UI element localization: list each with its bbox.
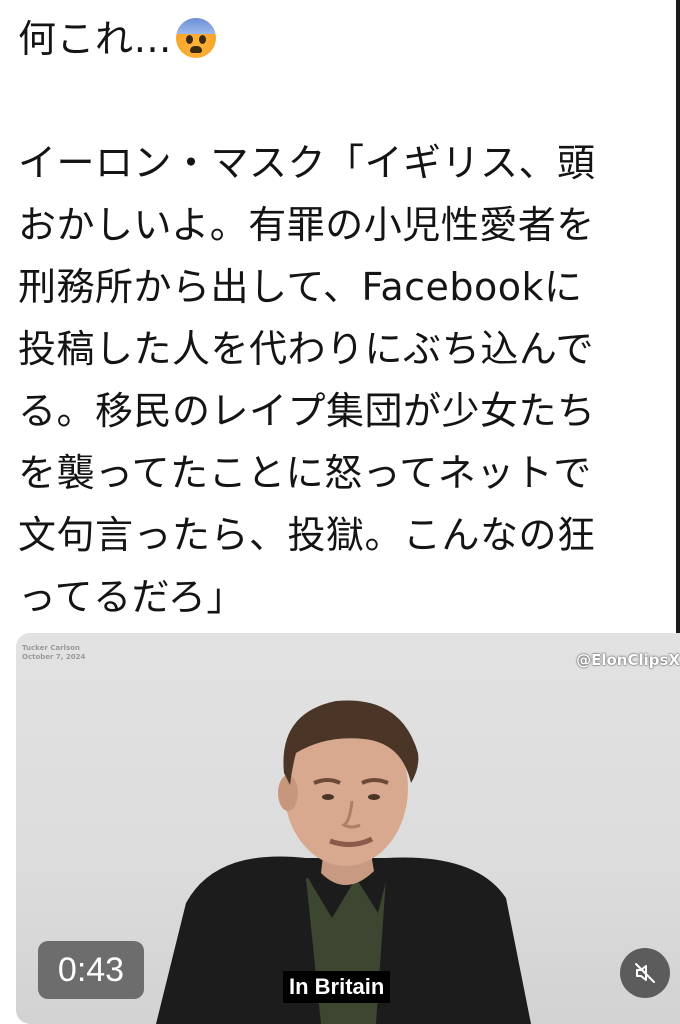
mute-button[interactable] bbox=[620, 948, 670, 998]
post-line: 投稿した人を代わりにぶち込んで bbox=[18, 327, 594, 371]
post-body: 何これ… イーロン・マスク「イギリス、頭 おかしいよ。有罪の小児性愛者を 刑務所… bbox=[18, 8, 678, 628]
video-caption: In Britain bbox=[283, 971, 391, 1003]
post-line: 刑務所から出して、Facebookに bbox=[18, 265, 583, 309]
interview-date: October 7, 2024 bbox=[22, 653, 86, 661]
host-name: Tucker Carlson bbox=[22, 644, 80, 652]
video-host-watermark: Tucker Carlson October 7, 2024 bbox=[22, 644, 85, 662]
post-title: 何これ… bbox=[18, 17, 173, 61]
post-line: イーロン・マスク「イギリス、頭 bbox=[18, 141, 596, 185]
video-player[interactable]: Tucker Carlson October 7, 2024 @ElonClip… bbox=[16, 633, 680, 1024]
post-title-line: 何これ… bbox=[18, 8, 678, 70]
post-line: おかしいよ。有罪の小児性愛者を bbox=[18, 203, 595, 247]
muted-speaker-icon bbox=[635, 963, 655, 983]
post-line: る。移民のレイプ集団が少女たち bbox=[18, 389, 596, 433]
post-line: ってるだろ」 bbox=[18, 575, 245, 619]
video-duration: 0:43 bbox=[38, 941, 144, 999]
anxious-face-with-sweat-icon bbox=[176, 18, 217, 58]
post-line: を襲ってたことに怒ってネットで bbox=[18, 451, 592, 495]
post-line: 文句言ったら、投獄。こんなの狂 bbox=[18, 513, 596, 557]
channel-watermark: @ElonClipsX bbox=[576, 651, 680, 669]
